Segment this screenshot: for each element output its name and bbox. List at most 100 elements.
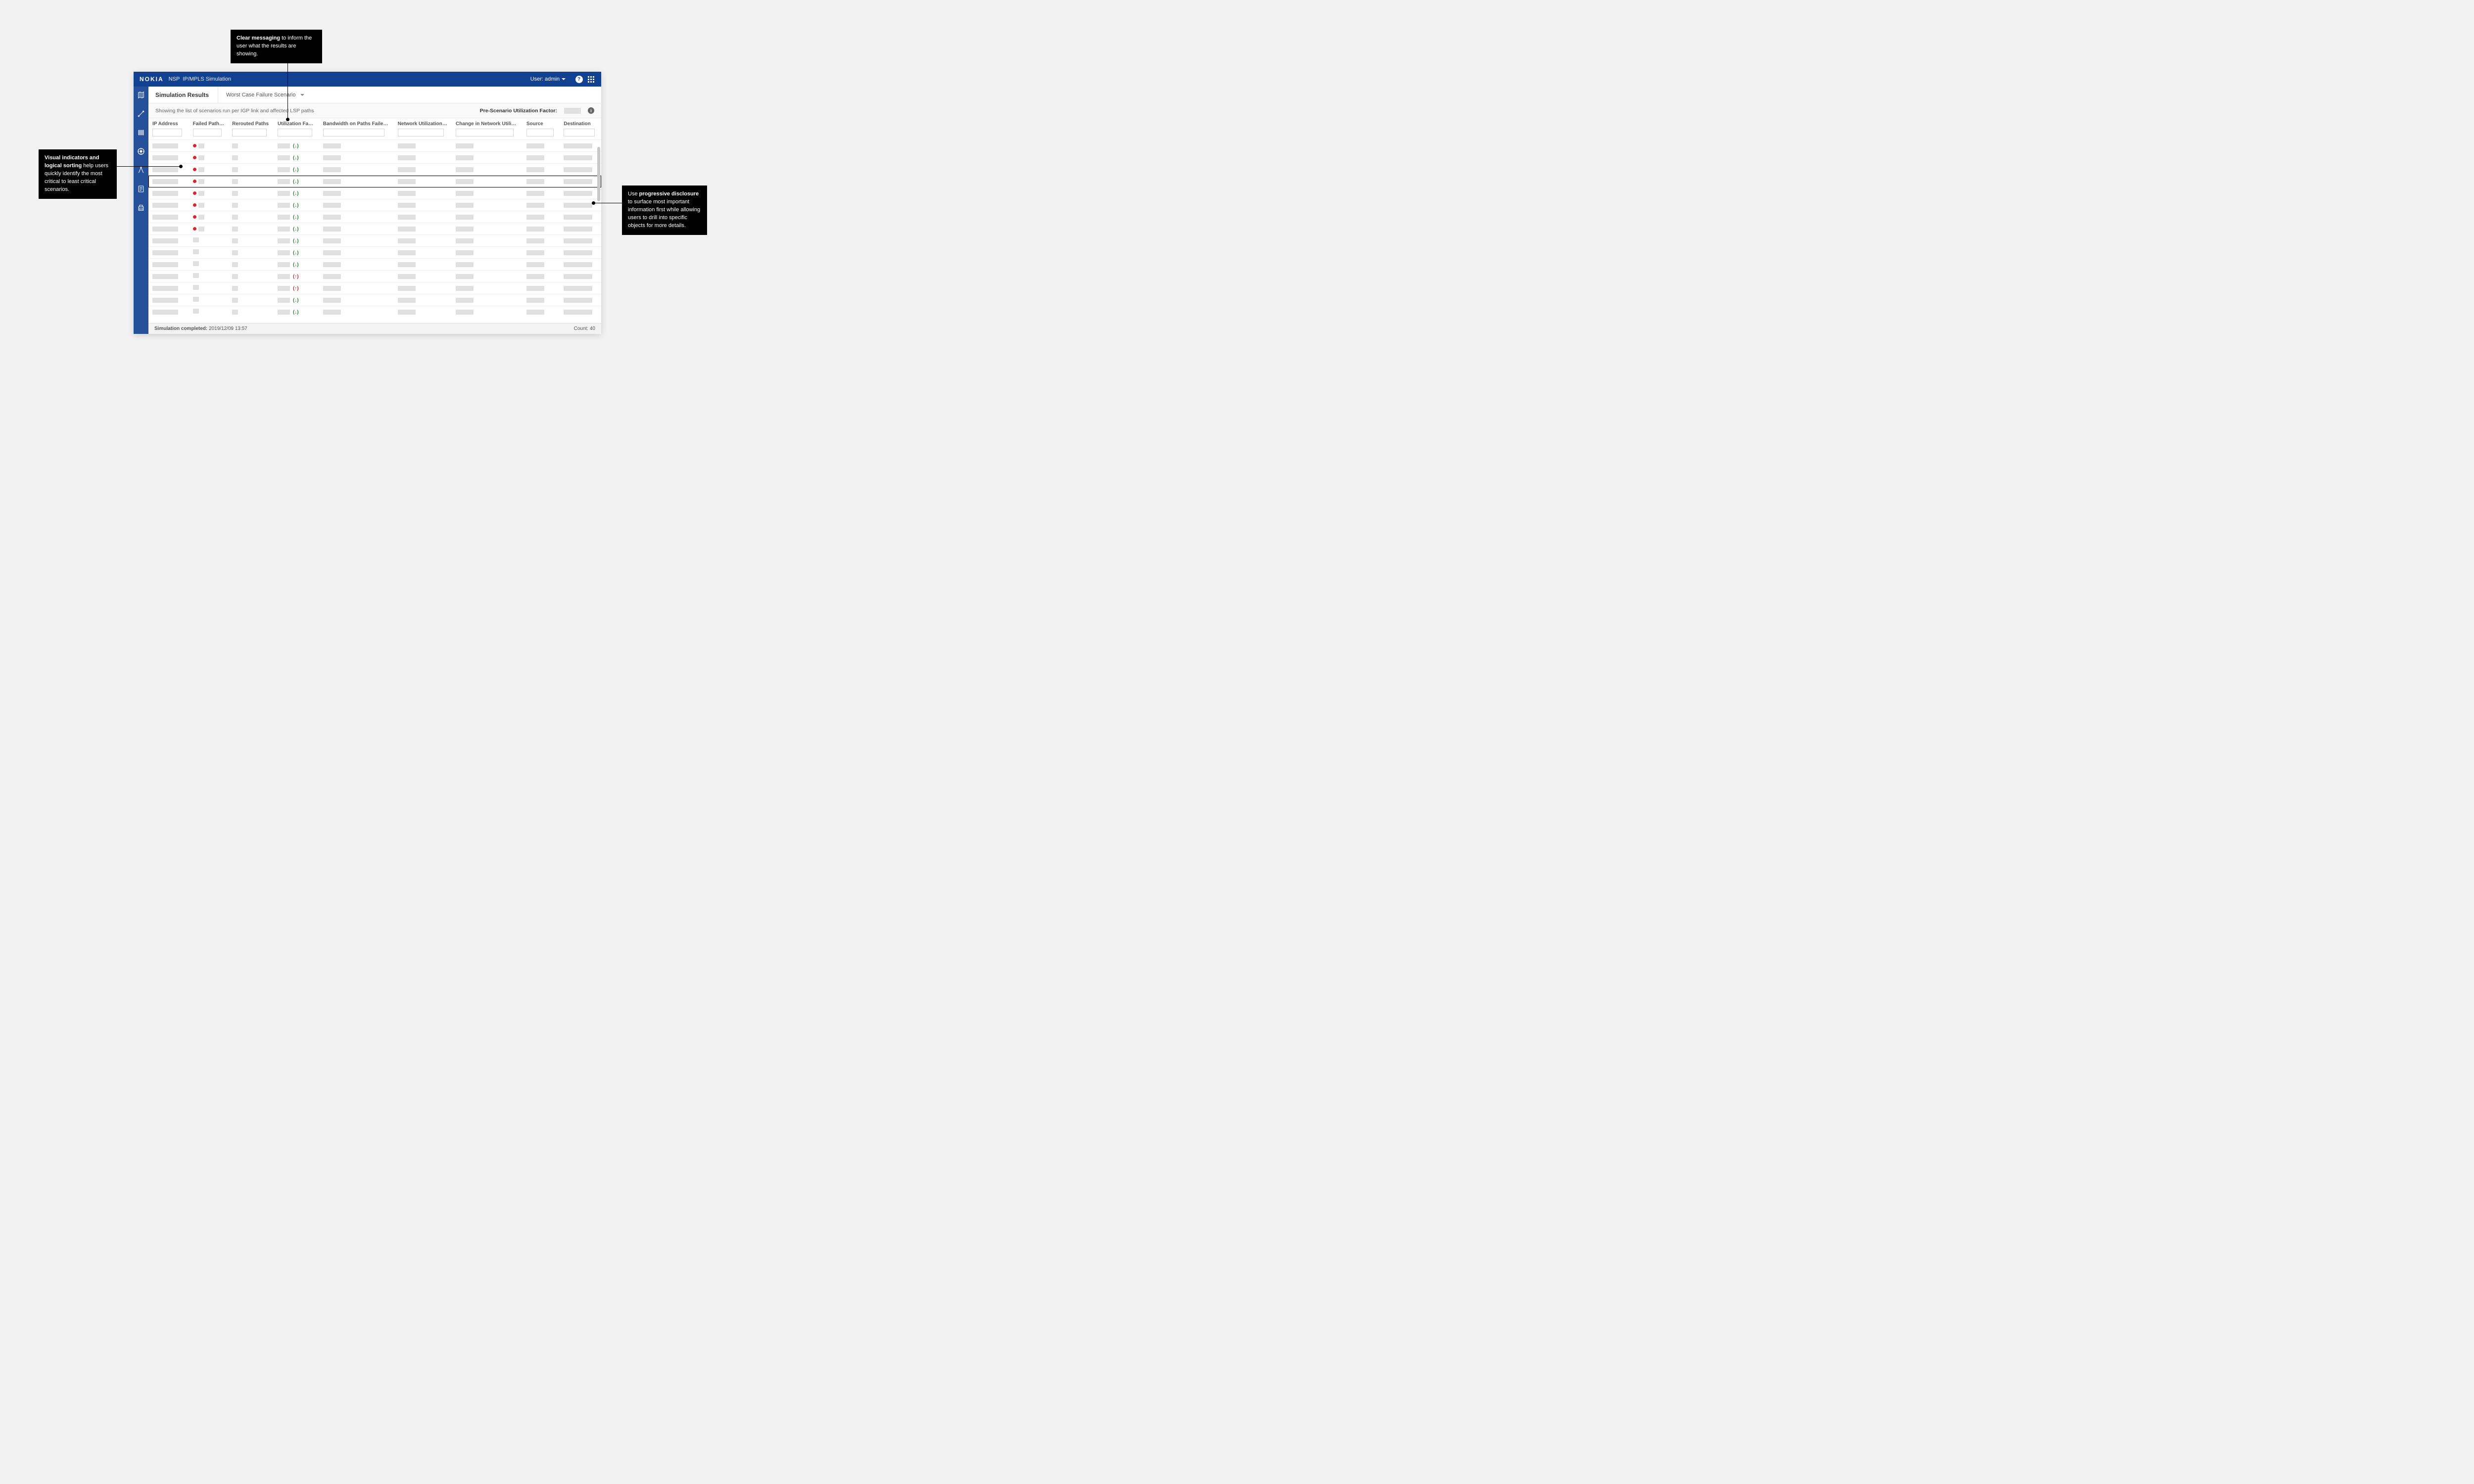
cell-dest — [564, 215, 592, 220]
cell-util — [278, 238, 290, 243]
sidebar-columns-icon[interactable] — [137, 128, 145, 137]
filter-source[interactable] — [526, 129, 554, 137]
page-title: Simulation Results — [155, 92, 209, 98]
sidebar-map-icon[interactable] — [137, 91, 145, 99]
col-util-factor[interactable]: Utilization Factor — [274, 118, 319, 129]
user-menu[interactable]: User: admin — [530, 76, 566, 82]
cell-rerouted — [232, 227, 238, 232]
table-row[interactable]: (↓) — [148, 259, 601, 271]
status-critical-icon — [193, 156, 196, 159]
sidebar-path-icon[interactable] — [137, 109, 145, 118]
cell-bandwidth — [323, 191, 341, 196]
filter-netutil[interactable] — [398, 129, 444, 137]
cell-rerouted — [232, 274, 238, 279]
cell-bandwidth — [323, 215, 341, 220]
cell-util — [278, 227, 290, 232]
cell-rerouted — [232, 191, 238, 196]
util-trend-icon: (↓) — [293, 238, 299, 244]
cell-netutil — [398, 179, 416, 184]
cell-dest — [564, 227, 592, 232]
filter-dest[interactable] — [564, 129, 594, 137]
scenario-dropdown[interactable]: Worst Case Failure Scenario — [218, 87, 304, 103]
cell-bandwidth — [323, 179, 341, 184]
table-row[interactable]: (↑) — [148, 271, 601, 282]
cell-change — [456, 274, 474, 279]
info-icon[interactable]: i — [588, 107, 594, 114]
annotation-left: Visual indicators and logical sorting he… — [39, 149, 117, 199]
table-row[interactable]: (↓) — [148, 176, 601, 187]
cell-failed — [198, 143, 204, 148]
cell-util — [278, 262, 290, 267]
cell-util — [278, 250, 290, 255]
col-change[interactable]: Change in Network Utilization… — [452, 118, 523, 129]
cell-source — [526, 298, 544, 303]
sidebar-branch-icon[interactable] — [137, 166, 145, 175]
filter-ip[interactable] — [152, 129, 182, 137]
cell-source — [526, 143, 544, 148]
help-button[interactable]: ? — [574, 75, 583, 84]
table-row[interactable]: (↓) — [148, 152, 601, 164]
filter-change[interactable] — [456, 129, 514, 137]
table-row[interactable]: (↓) — [148, 306, 601, 318]
cell-rerouted — [232, 143, 238, 148]
sidebar-report-icon[interactable] — [137, 185, 145, 193]
cell-rerouted — [232, 238, 238, 243]
status-critical-icon — [193, 144, 196, 147]
cell-ip — [152, 250, 178, 255]
user-label: User: admin — [530, 76, 560, 82]
apps-button[interactable] — [586, 75, 595, 84]
table-row[interactable]: (↓) — [148, 211, 601, 223]
cell-failed — [193, 297, 199, 302]
table-row[interactable]: (↓) — [148, 199, 601, 211]
table-body: (↓)(↓)(↓)(↓)(↓)(↓)(↓)(↓)(↓)(↓)(↓)(↑)(↑)(… — [148, 140, 601, 318]
table-row[interactable]: (↓) — [148, 235, 601, 247]
filter-util[interactable] — [278, 129, 312, 137]
col-ip[interactable]: IP Address — [148, 118, 189, 129]
cell-source — [526, 203, 544, 208]
table-row[interactable]: (↓) — [148, 187, 601, 199]
table-container: IP Address Failed Paths↑ Rerouted Paths … — [148, 118, 601, 323]
table-row[interactable]: (↓) — [148, 294, 601, 306]
cell-dest — [564, 262, 592, 267]
cell-change — [456, 191, 474, 196]
scrollbar-thumb[interactable] — [597, 147, 600, 201]
table-row[interactable]: (↑) — [148, 282, 601, 294]
filter-rerouted[interactable] — [232, 129, 267, 137]
cell-source — [526, 155, 544, 160]
table-row[interactable]: (↓) — [148, 164, 601, 176]
col-failed-paths[interactable]: Failed Paths↑ — [189, 118, 229, 129]
col-source[interactable]: Source — [523, 118, 560, 129]
cell-dest — [564, 298, 592, 303]
util-trend-icon: (↓) — [293, 155, 299, 161]
util-trend-icon: (↓) — [293, 215, 299, 220]
cell-rerouted — [232, 155, 238, 160]
cell-bandwidth — [323, 167, 341, 172]
app-body: Simulation Results Worst Case Failure Sc… — [134, 87, 601, 334]
cell-util — [278, 167, 290, 172]
col-destination[interactable]: Destination — [560, 118, 601, 129]
col-bandwidth[interactable]: Bandwidth on Paths Failed (Mbps) — [319, 118, 394, 129]
util-trend-icon: (↑) — [293, 286, 299, 291]
table-row[interactable]: (↓) — [148, 140, 601, 152]
cell-bandwidth — [323, 250, 341, 255]
sidebar-simulation-icon[interactable] — [137, 147, 145, 156]
table-row[interactable]: (↓) — [148, 247, 601, 259]
cell-rerouted — [232, 310, 238, 315]
cell-netutil — [398, 274, 416, 279]
cell-netutil — [398, 238, 416, 243]
cell-ip — [152, 286, 178, 291]
table-row[interactable]: (↓) — [148, 223, 601, 235]
filter-failed[interactable] — [193, 129, 222, 137]
col-net-util[interactable]: Network Utilization (%) — [394, 118, 452, 129]
cell-failed — [198, 227, 204, 232]
col-rerouted-paths[interactable]: Rerouted Paths — [228, 118, 274, 129]
cell-failed — [193, 261, 199, 266]
annotation-left-dot — [179, 165, 183, 168]
vertical-scrollbar[interactable] — [597, 147, 600, 323]
filter-bw[interactable] — [323, 129, 384, 137]
cell-bandwidth — [323, 203, 341, 208]
nokia-logo: NOKIA — [140, 76, 164, 83]
cell-bandwidth — [323, 238, 341, 243]
cell-rerouted — [232, 262, 238, 267]
sidebar-archive-icon[interactable] — [137, 203, 145, 212]
